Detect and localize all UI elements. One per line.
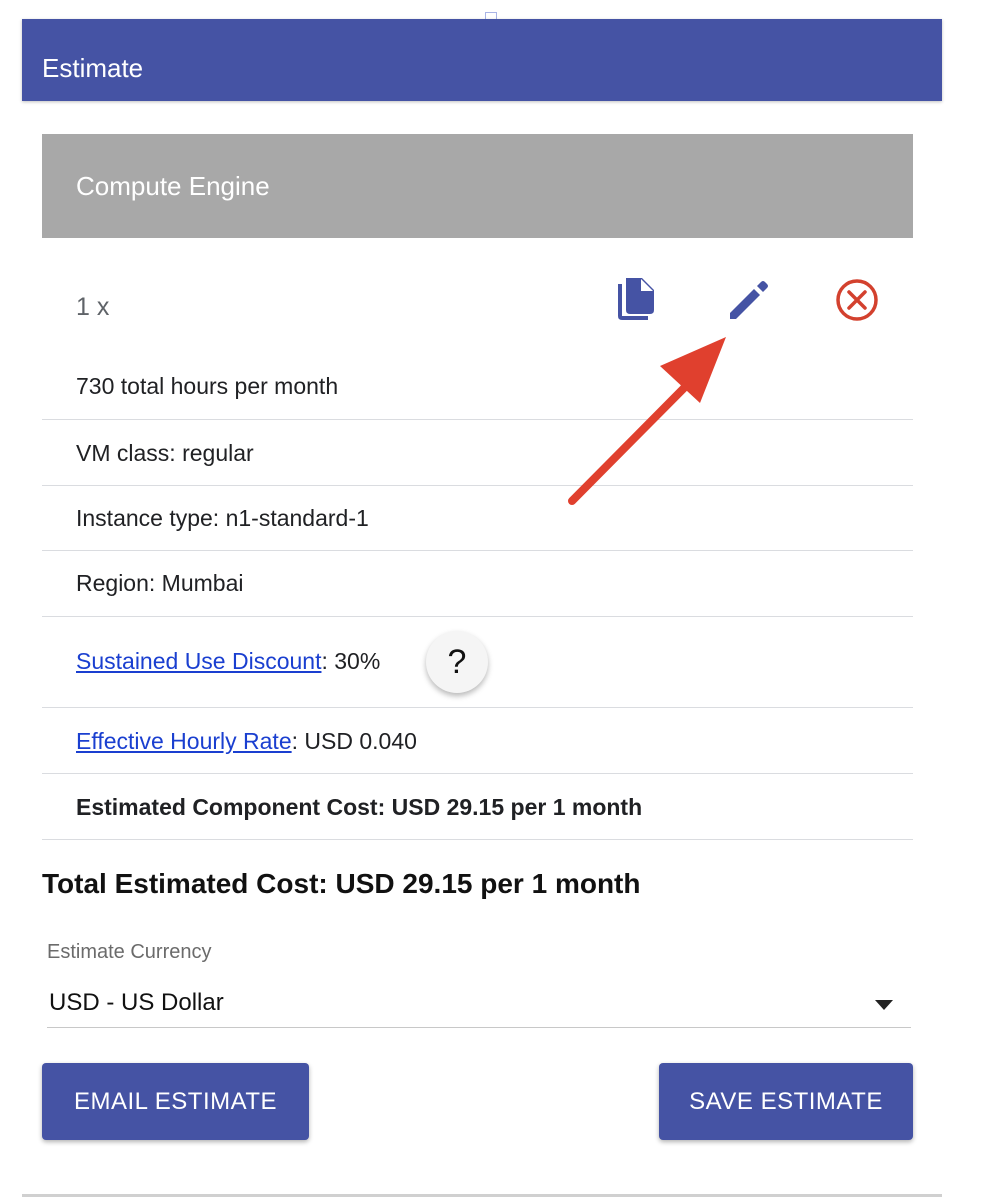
detail-sustained-use: Sustained Use Discount: 30% ? bbox=[42, 617, 913, 708]
copy-icon bbox=[618, 278, 654, 320]
pencil-icon bbox=[730, 281, 768, 319]
item-quantity: 1 x bbox=[76, 293, 110, 321]
detail-region-text: Region: Mumbai bbox=[76, 570, 244, 596]
page-title: Estimate bbox=[42, 53, 144, 83]
bottom-divider bbox=[22, 1194, 942, 1197]
component-cost-text: Estimated Component Cost: USD 29.15 per … bbox=[76, 794, 643, 820]
close-circle-icon bbox=[836, 279, 878, 321]
sustained-use-line: Sustained Use Discount: 30% bbox=[76, 648, 380, 675]
currency-label: Estimate Currency bbox=[47, 941, 212, 963]
detail-hourly-rate: Effective Hourly Rate: USD 0.040 bbox=[42, 708, 913, 774]
effective-hourly-rate-link[interactable]: Effective Hourly Rate bbox=[76, 728, 292, 754]
email-estimate-button[interactable]: EMAIL ESTIMATE bbox=[42, 1063, 309, 1140]
detail-hours-text: 730 total hours per month bbox=[76, 373, 339, 399]
sustained-use-discount-link[interactable]: Sustained Use Discount bbox=[76, 648, 321, 674]
hourly-rate-line: Effective Hourly Rate: USD 0.040 bbox=[76, 728, 417, 755]
sustained-use-value: : 30% bbox=[321, 648, 381, 674]
save-estimate-button[interactable]: SAVE ESTIMATE bbox=[659, 1063, 913, 1140]
edit-button[interactable] bbox=[725, 276, 773, 324]
detail-region: Region: Mumbai bbox=[42, 551, 913, 617]
detail-component-cost: Estimated Component Cost: USD 29.15 per … bbox=[42, 774, 913, 840]
dropdown-caret-icon bbox=[875, 1000, 893, 1010]
detail-instance-type: Instance type: n1-standard-1 bbox=[42, 486, 913, 551]
detail-instance-type-text: Instance type: n1-standard-1 bbox=[76, 505, 369, 531]
detail-vm-class-text: VM class: regular bbox=[76, 440, 254, 466]
estimate-header: Estimate bbox=[22, 19, 942, 101]
copy-button[interactable] bbox=[612, 276, 660, 324]
total-estimated-cost: Total Estimated Cost: USD 29.15 per 1 mo… bbox=[42, 868, 641, 899]
item-quantity-row: 1 x bbox=[42, 262, 913, 350]
remove-button[interactable] bbox=[833, 276, 881, 324]
detail-hours: 730 total hours per month bbox=[42, 352, 913, 420]
section-header: Compute Engine bbox=[42, 134, 913, 238]
hourly-rate-value: : USD 0.040 bbox=[291, 728, 417, 754]
currency-select[interactable]: USD - US Dollar bbox=[47, 978, 911, 1028]
section-title: Compute Engine bbox=[76, 171, 270, 201]
detail-vm-class: VM class: regular bbox=[42, 420, 913, 486]
currency-selected-value: USD - US Dollar bbox=[49, 989, 224, 1016]
help-button[interactable]: ? bbox=[426, 631, 488, 693]
